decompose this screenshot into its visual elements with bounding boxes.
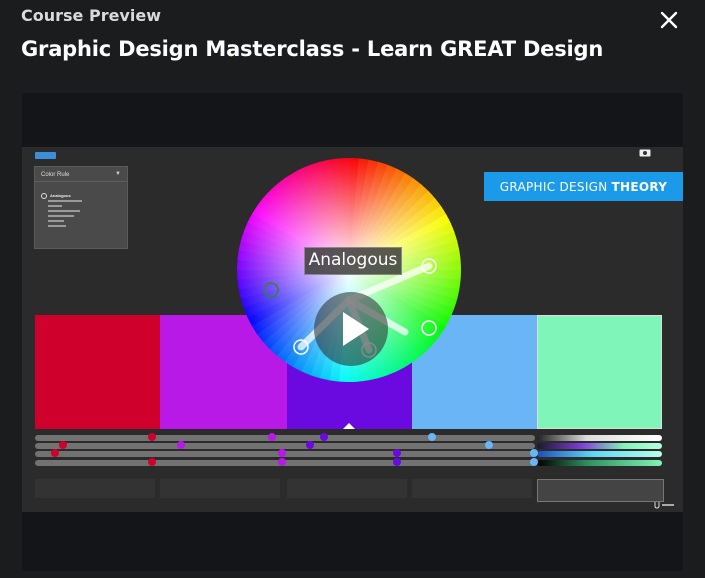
slider-knob[interactable] — [278, 458, 286, 466]
rule-selected: Analogous — [50, 193, 71, 198]
panel-divider — [35, 181, 127, 182]
modal-subtitle: Course Preview — [21, 6, 161, 25]
slider-track-2[interactable] — [35, 443, 535, 449]
slider-knob[interactable] — [51, 449, 59, 457]
gradient-track-2[interactable] — [537, 443, 662, 449]
slider-knob[interactable] — [530, 458, 538, 466]
rule-list: Analogous — [41, 192, 82, 228]
chevron-down-icon: ▼ — [115, 171, 121, 177]
video-player[interactable]: Color Rule ▼ Analogous GRAPHIC DESIGN THE… — [22, 93, 683, 571]
blue-tag — [35, 152, 56, 159]
banner-text: GRAPHIC DESIGN — [499, 179, 608, 194]
gradient-track-1[interactable] — [537, 435, 662, 441]
slider-knob[interactable] — [530, 449, 538, 457]
slider-knob[interactable] — [428, 433, 436, 441]
rgb-values-box — [287, 479, 407, 498]
slider-knob[interactable] — [177, 441, 185, 449]
slider-knob[interactable] — [148, 433, 156, 441]
slider-track-1[interactable] — [35, 435, 535, 441]
slider-knob[interactable] — [393, 458, 401, 466]
gradient-track-4[interactable] — [537, 460, 662, 466]
rgb-values-box — [160, 479, 280, 498]
slider-knob[interactable] — [148, 458, 156, 466]
gradient-track-3[interactable] — [537, 451, 662, 457]
panel-title: Color Rule — [41, 172, 70, 178]
udemy-logo-icon — [654, 502, 674, 509]
rule-option — [41, 223, 82, 228]
color-rule-panel: Color Rule ▼ Analogous — [34, 166, 128, 249]
video-frame: Color Rule ▼ Analogous GRAPHIC DESIGN THE… — [22, 147, 683, 512]
camera-icon — [639, 149, 651, 157]
slider-knob[interactable] — [393, 449, 401, 457]
radio-icon — [41, 192, 47, 199]
theory-banner: GRAPHIC DESIGN THEORY — [484, 172, 683, 201]
swatch-5 — [537, 315, 662, 429]
slider-knob[interactable] — [485, 441, 493, 449]
slider-knob[interactable] — [268, 433, 276, 441]
color-rule-label: Analogous — [304, 247, 402, 275]
banner-bold-text: THEORY — [611, 179, 668, 194]
slider-knob[interactable] — [306, 441, 314, 449]
close-icon — [660, 11, 678, 29]
rgb-values-box — [35, 479, 155, 498]
close-button[interactable] — [656, 7, 682, 33]
slider-knob[interactable] — [320, 433, 328, 441]
rgb-values-active — [537, 479, 664, 502]
swatch-1 — [35, 315, 160, 429]
slider-knob[interactable] — [278, 449, 286, 457]
slider-knob[interactable] — [59, 441, 67, 449]
play-button[interactable] — [314, 292, 388, 366]
selection-pointer — [343, 423, 355, 429]
course-title: Graphic Design Masterclass - Learn GREAT… — [21, 37, 604, 61]
udemy-logo — [654, 501, 676, 511]
rgb-values-box — [412, 479, 532, 498]
